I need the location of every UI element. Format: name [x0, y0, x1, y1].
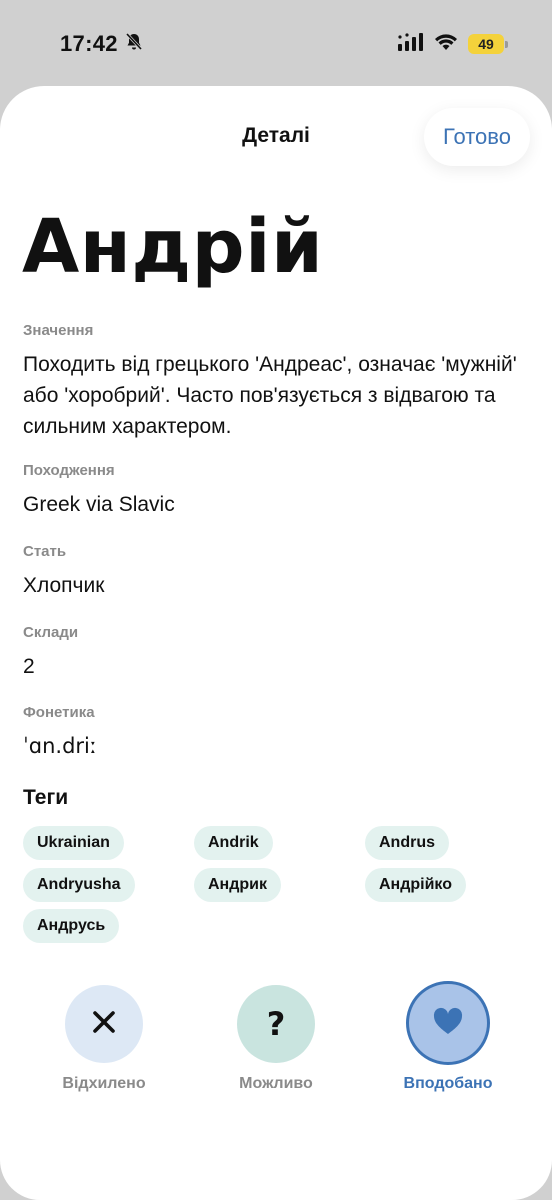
signal-icon: [398, 32, 424, 56]
question-icon: ?: [266, 1005, 286, 1043]
reject-label: Відхилено: [62, 1075, 146, 1092]
done-button[interactable]: Готово: [424, 108, 530, 166]
close-icon: [91, 1009, 117, 1040]
maybe-action[interactable]: ? Можливо: [226, 985, 326, 1093]
tag-chip[interactable]: Ukrainian: [23, 826, 124, 860]
origin-label: Походження: [23, 462, 115, 479]
tag-chip[interactable]: Andryusha: [23, 868, 135, 902]
phonetics-label: Фонетика: [23, 704, 95, 721]
tag-chip[interactable]: Андрійко: [365, 868, 466, 902]
origin-field: Походження Greek via Slavic: [23, 462, 530, 520]
maybe-button[interactable]: ?: [237, 985, 315, 1063]
details-sheet: Деталі Готово Андрій Значення Походить в…: [0, 86, 552, 1200]
status-bar: 17:42 49: [0, 0, 552, 88]
reject-button[interactable]: [65, 985, 143, 1063]
status-icons: 49: [398, 32, 508, 56]
like-action[interactable]: Вподобано: [388, 981, 508, 1093]
meaning-field: Значення Походить від грецького 'Андреас…: [23, 322, 530, 442]
tag-chip[interactable]: Andrik: [194, 826, 273, 860]
tags-title: Теги: [23, 786, 69, 809]
maybe-label: Можливо: [239, 1075, 313, 1092]
battery-indicator: 49: [468, 34, 508, 54]
origin-value: Greek via Slavic: [23, 493, 175, 516]
bell-slash-icon: [124, 32, 144, 57]
tag-chip[interactable]: Андрусь: [23, 909, 120, 943]
meaning-value: Походить від грецького 'Андреас', означа…: [23, 353, 517, 438]
meaning-label: Значення: [23, 322, 94, 339]
phonetics-field: Фонетика ˈɑn.driː: [23, 704, 530, 762]
name-title: Андрій: [22, 204, 324, 290]
syllables-label: Склади: [23, 624, 79, 641]
gender-field: Стать Хлопчик: [23, 543, 530, 601]
heart-icon: [432, 1006, 464, 1041]
like-label: Вподобано: [403, 1075, 493, 1092]
time-group: 17:42: [60, 31, 144, 57]
sheet-header: Деталі Готово: [0, 86, 552, 190]
tag-chip[interactable]: Андрик: [194, 868, 281, 902]
wifi-icon: [434, 33, 458, 56]
reject-action[interactable]: Відхилено: [54, 985, 154, 1093]
tag-chip[interactable]: Andrus: [365, 826, 449, 860]
syllables-value: 2: [23, 655, 35, 678]
status-time: 17:42: [60, 31, 118, 56]
gender-value: Хлопчик: [23, 574, 105, 597]
phonetics-value: ˈɑn.driː: [23, 734, 97, 758]
syllables-field: Склади 2: [23, 624, 530, 682]
gender-label: Стать: [23, 543, 67, 560]
like-button[interactable]: [406, 981, 490, 1065]
